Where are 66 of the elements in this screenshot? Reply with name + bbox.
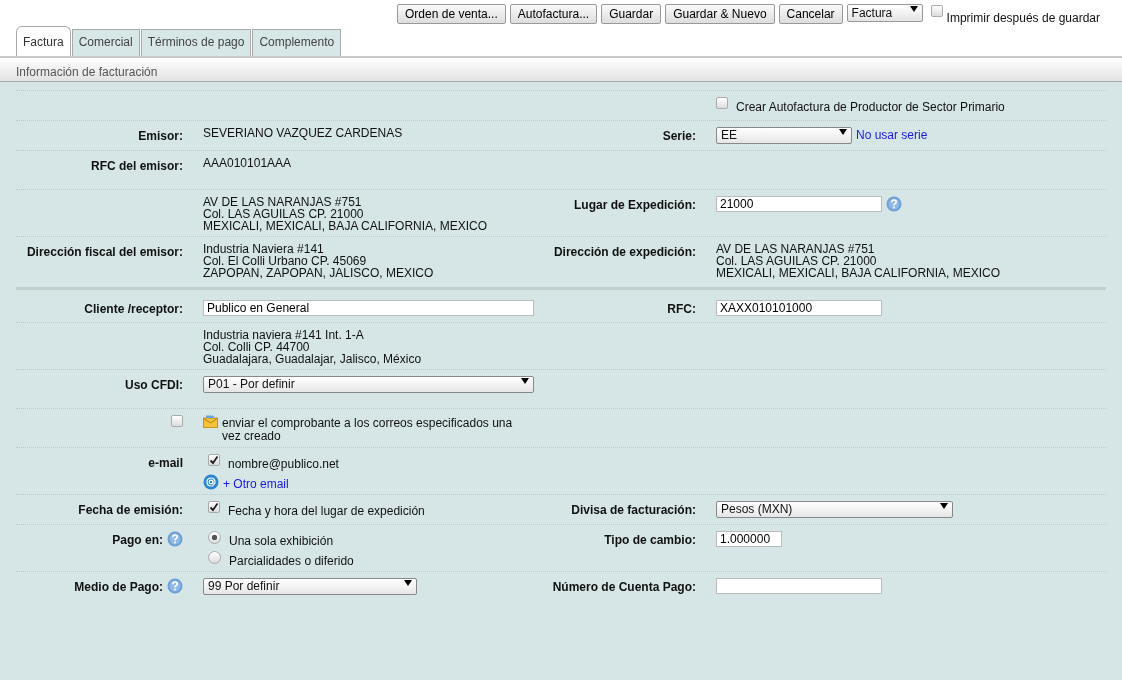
field-label: Pago en:	[112, 532, 163, 549]
checkbox[interactable]	[208, 501, 220, 513]
toolbar-button[interactable]: Guardar	[601, 4, 662, 24]
radio-label: Una sola exhibición	[229, 535, 334, 547]
field-label: RFC:	[667, 301, 696, 318]
field-label: Uso CFDI:	[125, 377, 183, 394]
radio-label: Parcialidades o diferido	[229, 555, 354, 567]
field-label: Medio de Pago:	[74, 579, 163, 596]
section-title: Información de facturación	[0, 58, 1122, 82]
caret-icon	[404, 579, 412, 587]
input-field[interactable]: XAXX010101000	[716, 300, 882, 316]
field-label: e-mail	[148, 455, 183, 472]
select-field[interactable]: P01 - Por definir	[203, 376, 534, 393]
caret-icon	[839, 128, 847, 136]
field-label: Dirección fiscal del emisor:	[26, 244, 183, 261]
field-label: Lugar de Expedición:	[574, 197, 696, 214]
radio-button[interactable]	[208, 531, 221, 544]
checkbox-label: nombre@publico.net	[228, 458, 339, 470]
field-label: Cliente /receptor:	[84, 301, 183, 318]
add-email-link[interactable]: + Otro email	[223, 478, 289, 490]
select-field[interactable]: 99 Por definir	[203, 578, 417, 595]
link[interactable]: No usar serie	[856, 129, 928, 141]
tab[interactable]: Factura	[16, 26, 71, 56]
document-type-select[interactable]: Factura	[846, 4, 923, 22]
caret-icon	[521, 377, 529, 385]
help-icon	[886, 196, 902, 212]
checkbox-label: Imprimir después de guardar	[946, 10, 1100, 27]
field-label: Divisa de facturación:	[571, 502, 696, 519]
checkbox[interactable]	[930, 5, 943, 17]
checkbox-label: Crear Autofactura de Productor de Sector Primario	[736, 101, 1005, 113]
toolbar-button[interactable]: Orden de venta...	[397, 4, 506, 24]
toolbar-button[interactable]: Autofactura...	[509, 4, 598, 24]
at-sign-icon	[203, 474, 219, 490]
notice-text: enviar el comprobante a los correos especificados una vez creado	[222, 417, 514, 443]
address-text: AV DE LAS NARANJAS #751 Col. LAS AGUILAS CP. 21000 MEXICALI, MEXICALI, BAJA CALIFORNIA, MEXICO	[716, 243, 1001, 279]
checkbox[interactable]	[171, 415, 183, 427]
envelope-icon	[203, 415, 218, 428]
checkbox-label: Fecha y hora del lugar de expedición	[228, 505, 425, 517]
tab[interactable]: Complemento	[252, 29, 342, 56]
toolbar-button[interactable]: Guardar & Nuevo	[665, 4, 775, 24]
caret-icon	[940, 502, 948, 510]
input-field[interactable]: Publico en General	[203, 300, 534, 316]
address-text: AAA010101AAA	[203, 157, 292, 169]
tab[interactable]: Términos de pago	[140, 29, 252, 56]
address-text: AV DE LAS NARANJAS #751 Col. LAS AGUILAS CP. 21000 MEXICALI, MEXICALI, BAJA CALIFORNIA, MEXICO	[203, 196, 488, 232]
input-field[interactable]: 1.000000	[716, 531, 782, 547]
field-label: Número de Cuenta Pago:	[552, 579, 696, 596]
field-label: RFC del emisor:	[91, 158, 183, 175]
checkbox[interactable]	[716, 97, 728, 109]
address-text: Industria Naviera #141 Col. El Colli Urbano CP. 45069 ZAPOPAN, ZAPOPAN, JALISCO, MEXICO	[203, 243, 434, 279]
field-label: Serie:	[662, 128, 696, 145]
address-text: Industria naviera #141 Int. 1-A Col. Colli CP. 44700 Guadalajara, Guadalajar, Jalisco, México	[203, 329, 422, 365]
toolbar-button[interactable]: Cancelar	[778, 4, 843, 24]
input-field[interactable]	[716, 578, 882, 594]
radio-button[interactable]	[208, 551, 221, 564]
tab[interactable]: Comercial	[71, 29, 140, 56]
field-label: Dirección de expedición:	[553, 244, 696, 261]
select-field[interactable]: EE	[716, 127, 852, 144]
field-label: Fecha de emisión:	[78, 502, 183, 519]
field-label: Emisor:	[138, 128, 183, 145]
field-label: Tipo de cambio:	[604, 532, 696, 549]
address-text: SEVERIANO VAZQUEZ CARDENAS	[203, 127, 403, 139]
checkbox[interactable]	[208, 454, 220, 466]
select-field[interactable]: Pesos (MXN)	[716, 501, 953, 518]
caret-icon	[909, 5, 918, 13]
input-field[interactable]: 21000	[716, 196, 882, 212]
